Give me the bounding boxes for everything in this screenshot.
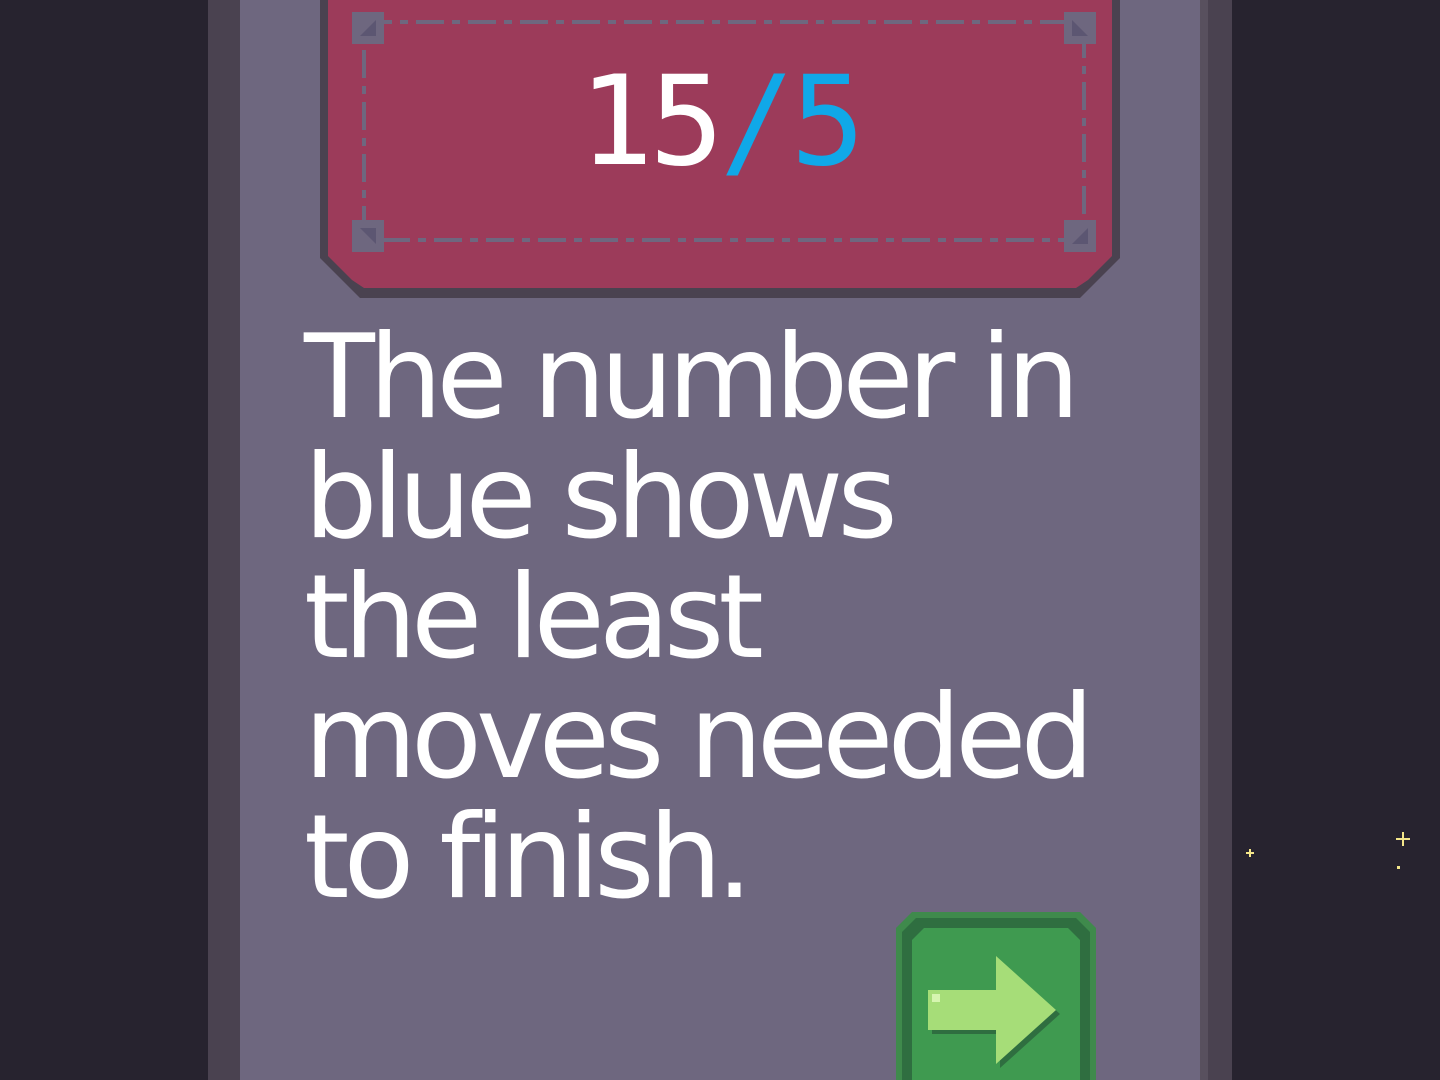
- move-counter: 15/5: [320, 52, 1120, 192]
- move-counter-plate: 15/5: [320, 0, 1120, 298]
- tutorial-line: The number in: [304, 310, 1080, 445]
- counter-separator: /: [720, 50, 795, 194]
- minimum-moves: 5: [790, 50, 866, 194]
- next-button[interactable]: [896, 912, 1096, 1080]
- tutorial-message: The number in blue shows the least moves…: [304, 318, 1184, 918]
- panel-edge: [1200, 0, 1208, 1080]
- tutorial-line: to finish.: [304, 790, 753, 925]
- sparkle-icon: [1397, 866, 1400, 869]
- arrow-right-icon: [896, 912, 1096, 1080]
- current-moves: 15: [578, 50, 724, 194]
- tutorial-line: moves needed: [304, 670, 1094, 805]
- sparkle-icon: [1246, 849, 1254, 857]
- tutorial-line: the least: [304, 550, 764, 685]
- sparkle-icon: [1396, 832, 1410, 846]
- tutorial-line: blue shows: [304, 430, 898, 565]
